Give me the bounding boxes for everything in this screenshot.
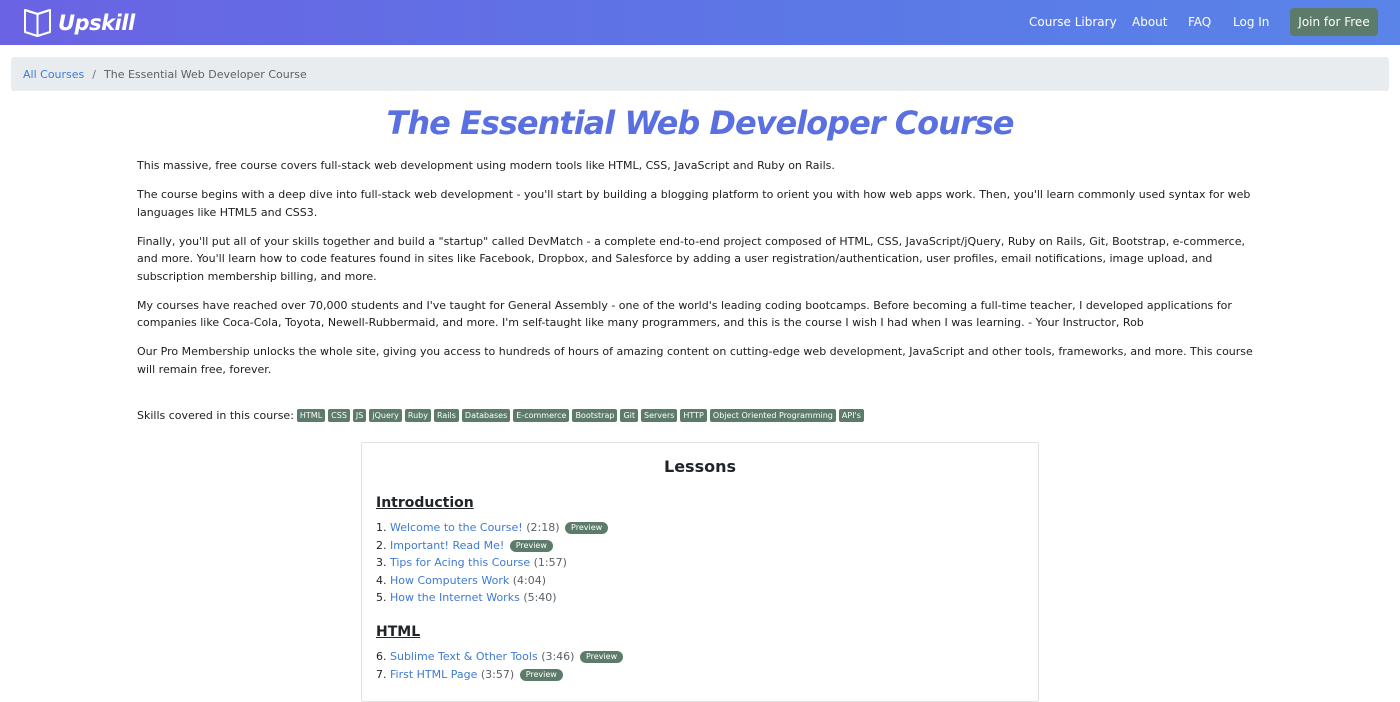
skill-badge-html[interactable]: HTML bbox=[296, 409, 326, 422]
breadcrumb-current: The Essential Web Developer Course bbox=[104, 67, 307, 81]
brand-logo-link[interactable]: Upskill bbox=[22, 8, 135, 38]
preview-badge[interactable]: Preview bbox=[519, 668, 563, 681]
skill-badge-bootstrap[interactable]: Bootstrap bbox=[572, 409, 618, 422]
lesson-number: 7. bbox=[376, 667, 387, 681]
skill-badge-apis[interactable]: API's bbox=[838, 409, 864, 422]
skill-badge-servers[interactable]: Servers bbox=[641, 409, 678, 422]
lesson-duration: (5:40) bbox=[523, 591, 557, 604]
lesson-number: 4. bbox=[376, 573, 387, 587]
lesson-number: 3. bbox=[376, 556, 387, 569]
skill-badge-http[interactable]: HTTP bbox=[680, 409, 707, 422]
lesson-duration: (1:57) bbox=[533, 556, 567, 569]
nav-course-library[interactable]: Course Library bbox=[1029, 15, 1117, 29]
lesson-duration: (3:46) bbox=[541, 650, 575, 663]
skill-badge-jquery[interactable]: jQuery bbox=[369, 409, 402, 422]
breadcrumb-all-courses[interactable]: All Courses bbox=[23, 68, 84, 81]
skill-badge-js[interactable]: JS bbox=[352, 409, 367, 422]
skill-badge-databases[interactable]: Databases bbox=[461, 409, 511, 422]
skill-badge-ecommerce[interactable]: E-commerce bbox=[513, 409, 570, 422]
lessons-heading: Lessons bbox=[664, 457, 736, 476]
nav-log-in[interactable]: Log In bbox=[1233, 15, 1269, 29]
description-paragraph: This massive, free course covers full-st… bbox=[137, 159, 835, 172]
open-book-icon bbox=[24, 9, 51, 37]
section-title-html[interactable]: HTML bbox=[376, 624, 420, 640]
top-navbar: Upskill Course Library About FAQ Log In … bbox=[0, 0, 1400, 45]
lesson-item: 7. First HTML Page (3:57) Preview bbox=[376, 666, 623, 684]
preview-badge[interactable]: Preview bbox=[565, 522, 609, 534]
lesson-number: 2. bbox=[376, 538, 387, 552]
skills-label: Skills covered in this course: bbox=[137, 409, 294, 422]
nav-about[interactable]: About bbox=[1132, 15, 1167, 29]
breadcrumb: All Courses / The Essential Web Develope… bbox=[11, 57, 1389, 91]
skills-row: Skills covered in this course: HTML CSS … bbox=[137, 409, 867, 422]
description-paragraph: Finally, you'll put all of your skills t… bbox=[137, 234, 1245, 283]
lesson-number: 1. bbox=[376, 521, 387, 534]
description-paragraph: Our Pro Membership unlocks the whole sit… bbox=[137, 345, 1253, 376]
join-for-free-button[interactable]: Join for Free bbox=[1290, 8, 1378, 36]
nav-faq[interactable]: FAQ bbox=[1188, 15, 1211, 29]
skill-badge-rails[interactable]: Rails bbox=[434, 409, 459, 422]
preview-badge[interactable]: Preview bbox=[509, 539, 553, 552]
lesson-duration: (3:57) bbox=[480, 667, 515, 681]
lesson-list-introduction: 1. Welcome to the Course! (2:18) Preview… bbox=[376, 519, 609, 607]
lesson-item: 1. Welcome to the Course! (2:18) Preview bbox=[376, 519, 609, 537]
lesson-item: 2. Important! Read Me! Preview bbox=[376, 537, 608, 555]
lessons-card: Lessons Introduction 1. Welcome to the C… bbox=[361, 442, 1039, 702]
skill-badge-css[interactable]: CSS bbox=[328, 409, 350, 422]
lesson-link[interactable]: Important! Read Me! bbox=[390, 539, 504, 552]
lesson-duration: (2:18) bbox=[526, 521, 560, 534]
course-title: The Essential Web Developer Course bbox=[386, 104, 1015, 142]
lesson-item: 5. How the Internet Works (5:40) bbox=[376, 589, 608, 607]
brand-name: Upskill bbox=[58, 11, 135, 35]
lesson-item: 6. Sublime Text & Other Tools (3:46) Pre… bbox=[376, 648, 624, 666]
skill-badge-git[interactable]: Git bbox=[620, 409, 638, 422]
lesson-number: 6. bbox=[376, 650, 387, 663]
lesson-link[interactable]: Tips for Acing this Course bbox=[390, 556, 530, 569]
lesson-link[interactable]: Sublime Text & Other Tools bbox=[390, 650, 538, 663]
lesson-link[interactable]: First HTML Page bbox=[390, 668, 477, 681]
lesson-item: 4. How Computers Work (4:04) bbox=[376, 572, 608, 590]
description-paragraph: The course begins with a deep dive into … bbox=[137, 188, 1251, 219]
lesson-number: 5. bbox=[376, 591, 387, 604]
lesson-link[interactable]: Welcome to the Course! bbox=[390, 521, 523, 534]
skill-badge-ruby[interactable]: Ruby bbox=[404, 409, 431, 422]
description-paragraph: My courses have reached over 70,000 stud… bbox=[137, 298, 1232, 330]
lesson-item: 3. Tips for Acing this Course (1:57) bbox=[376, 554, 608, 572]
breadcrumb-separator: / bbox=[92, 67, 96, 81]
skill-badge-oop[interactable]: Object Oriented Programming bbox=[709, 409, 836, 422]
preview-badge[interactable]: Preview bbox=[579, 651, 624, 663]
lesson-link[interactable]: How Computers Work bbox=[390, 574, 509, 587]
section-title-introduction[interactable]: Introduction bbox=[376, 495, 474, 511]
lesson-link[interactable]: How the Internet Works bbox=[390, 591, 520, 604]
course-description: This massive, free course covers full-st… bbox=[137, 157, 1257, 390]
lesson-list-html: 6. Sublime Text & Other Tools (3:46) Pre… bbox=[376, 648, 624, 684]
lesson-duration: (4:04) bbox=[512, 573, 547, 587]
